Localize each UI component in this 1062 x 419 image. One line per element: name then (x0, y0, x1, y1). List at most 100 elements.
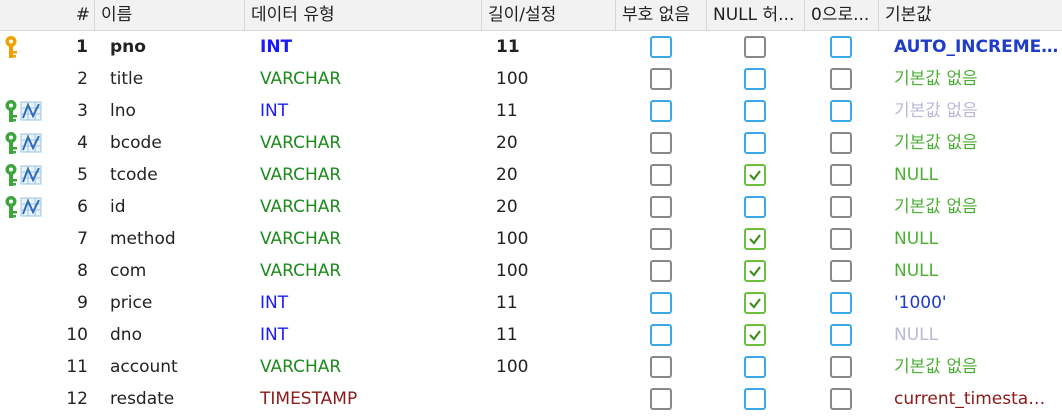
zerofill-checkbox[interactable] (830, 228, 852, 250)
allow-null-checkbox[interactable] (744, 100, 766, 122)
column-name[interactable]: method (110, 223, 245, 255)
table-row[interactable]: 9 price INT 11 '1000' (0, 287, 1062, 319)
row-number[interactable]: 4 (40, 127, 90, 159)
row-number[interactable]: 5 (40, 159, 90, 191)
table-row[interactable]: 5 tcode VARCHAR 20 NULL (0, 159, 1062, 191)
zerofill-checkbox[interactable] (830, 388, 852, 410)
column-type[interactable]: VARCHAR (260, 191, 485, 223)
column-name[interactable]: pno (110, 31, 245, 63)
column-name[interactable]: dno (110, 319, 245, 351)
allow-null-checkbox[interactable] (744, 164, 766, 186)
allow-null-checkbox[interactable] (744, 356, 766, 378)
unsigned-checkbox[interactable] (650, 68, 672, 90)
unsigned-checkbox[interactable] (650, 324, 672, 346)
row-number[interactable]: 12 (40, 383, 90, 415)
column-length[interactable]: 20 (496, 127, 614, 159)
allow-null-checkbox[interactable] (744, 324, 766, 346)
column-length[interactable]: 20 (496, 159, 614, 191)
unsigned-checkbox[interactable] (650, 36, 672, 58)
table-row[interactable]: 10 dno INT 11 NULL (0, 319, 1062, 351)
zerofill-checkbox[interactable] (830, 68, 852, 90)
allow-null-checkbox[interactable] (744, 260, 766, 282)
unsigned-checkbox[interactable] (650, 164, 672, 186)
column-name[interactable]: tcode (110, 159, 245, 191)
column-length[interactable]: 11 (496, 95, 614, 127)
column-type[interactable]: VARCHAR (260, 351, 485, 383)
zerofill-checkbox[interactable] (830, 196, 852, 218)
unsigned-checkbox[interactable] (650, 260, 672, 282)
zerofill-checkbox[interactable] (830, 260, 852, 282)
table-row[interactable]: 6 id VARCHAR 20 기본값 없음 (0, 191, 1062, 223)
table-row[interactable]: 7 method VARCHAR 100 NULL (0, 223, 1062, 255)
column-name[interactable]: price (110, 287, 245, 319)
table-row[interactable]: 2 title VARCHAR 100 기본값 없음 (0, 63, 1062, 95)
column-name[interactable]: com (110, 255, 245, 287)
column-length[interactable]: 100 (496, 255, 614, 287)
table-row[interactable]: 11 account VARCHAR 100 기본값 없음 (0, 351, 1062, 383)
table-row[interactable]: 4 bcode VARCHAR 20 기본값 없음 (0, 127, 1062, 159)
table-row[interactable]: 1 pno INT 11 AUTO_INCREMENT (0, 31, 1062, 63)
zerofill-checkbox[interactable] (830, 36, 852, 58)
column-default[interactable]: '1000' (894, 287, 1059, 319)
column-length[interactable]: 11 (496, 319, 614, 351)
column-type[interactable]: INT (260, 319, 485, 351)
row-number[interactable]: 10 (40, 319, 90, 351)
header-unsigned[interactable]: 부호 없음 (615, 0, 706, 30)
column-default[interactable]: 기본값 없음 (894, 351, 1059, 383)
column-type[interactable]: INT (260, 287, 485, 319)
row-number[interactable]: 8 (40, 255, 90, 287)
column-default[interactable]: NULL (894, 159, 1059, 191)
row-number[interactable]: 6 (40, 191, 90, 223)
zerofill-checkbox[interactable] (830, 292, 852, 314)
column-type[interactable]: VARCHAR (260, 127, 485, 159)
column-type[interactable]: VARCHAR (260, 159, 485, 191)
row-number[interactable]: 9 (40, 287, 90, 319)
allow-null-checkbox[interactable] (744, 292, 766, 314)
row-number[interactable]: 11 (40, 351, 90, 383)
column-length[interactable]: 11 (496, 287, 614, 319)
column-default[interactable]: 기본값 없음 (894, 63, 1059, 95)
unsigned-checkbox[interactable] (650, 196, 672, 218)
unsigned-checkbox[interactable] (650, 100, 672, 122)
allow-null-checkbox[interactable] (744, 388, 766, 410)
column-length[interactable]: 11 (496, 31, 614, 63)
header-length[interactable]: 길이/설정 (481, 0, 615, 30)
zerofill-checkbox[interactable] (830, 324, 852, 346)
table-row[interactable]: 3 lno INT 11 기본값 없음 (0, 95, 1062, 127)
column-default[interactable]: AUTO_INCREMENT (894, 31, 1059, 63)
column-default[interactable]: NULL (894, 255, 1059, 287)
allow-null-checkbox[interactable] (744, 196, 766, 218)
column-length[interactable]: 100 (496, 223, 614, 255)
header-name[interactable]: 이름 (94, 0, 244, 30)
table-row[interactable]: 8 com VARCHAR 100 NULL (0, 255, 1062, 287)
column-type[interactable]: TIMESTAMP (260, 383, 485, 415)
allow-null-checkbox[interactable] (744, 68, 766, 90)
column-name[interactable]: account (110, 351, 245, 383)
column-length[interactable] (496, 383, 614, 415)
column-default[interactable]: NULL (894, 319, 1059, 351)
column-default[interactable]: 기본값 없음 (894, 95, 1059, 127)
unsigned-checkbox[interactable] (650, 132, 672, 154)
column-type[interactable]: INT (260, 95, 485, 127)
column-length[interactable]: 100 (496, 351, 614, 383)
column-default[interactable]: NULL (894, 223, 1059, 255)
zerofill-checkbox[interactable] (830, 356, 852, 378)
header-type[interactable]: 데이터 유형 (244, 0, 481, 30)
unsigned-checkbox[interactable] (650, 292, 672, 314)
header-num[interactable]: # (40, 0, 94, 30)
column-name[interactable]: id (110, 191, 245, 223)
column-length[interactable]: 100 (496, 63, 614, 95)
column-name[interactable]: resdate (110, 383, 245, 415)
allow-null-checkbox[interactable] (744, 36, 766, 58)
column-length[interactable]: 20 (496, 191, 614, 223)
zerofill-checkbox[interactable] (830, 164, 852, 186)
unsigned-checkbox[interactable] (650, 228, 672, 250)
column-default[interactable]: current_timestamp() (894, 383, 1059, 415)
column-default[interactable]: 기본값 없음 (894, 191, 1059, 223)
row-number[interactable]: 1 (40, 31, 90, 63)
column-type[interactable]: VARCHAR (260, 63, 485, 95)
unsigned-checkbox[interactable] (650, 356, 672, 378)
header-allow-null[interactable]: NULL 허... (706, 0, 804, 30)
column-type[interactable]: INT (260, 31, 485, 63)
column-name[interactable]: bcode (110, 127, 245, 159)
